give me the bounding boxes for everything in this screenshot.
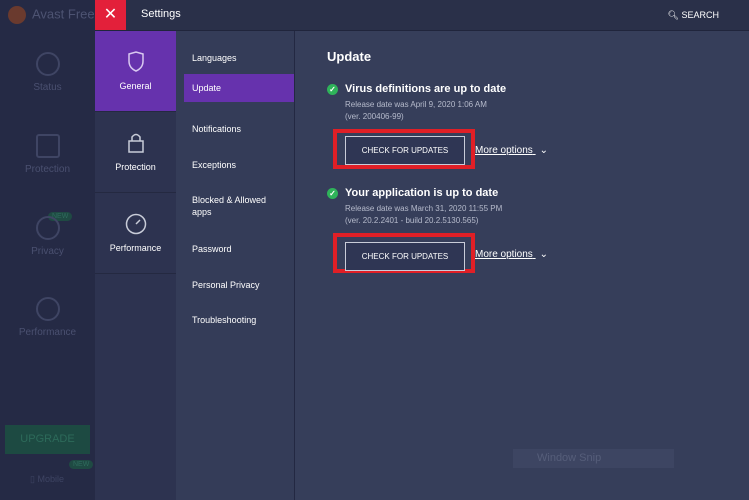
version: (ver. 20.2.2401 - build 20.2.5130.565): [345, 216, 479, 225]
category-protection[interactable]: Protection: [95, 112, 176, 193]
nav-privacy[interactable]: Privacy: [0, 216, 95, 257]
submenu-update[interactable]: Update: [184, 74, 294, 102]
nav-label: Status: [33, 82, 62, 93]
nav-label: Mobile: [37, 474, 64, 484]
search-button[interactable]: 🔍︎ SEARCH: [668, 10, 719, 21]
check-icon: ✓: [327, 83, 338, 95]
category-performance[interactable]: Performance: [95, 193, 176, 274]
avast-logo-icon: [8, 6, 26, 24]
status-heading: Virus definitions are up to date: [345, 83, 507, 95]
update-panel: Update ✓ Virus definitions are up to date…: [295, 31, 749, 500]
shield-icon: [127, 51, 144, 72]
settings-submenu: Languages Update Notifications Exception…: [176, 31, 294, 500]
status-heading: Your application is up to date: [345, 187, 499, 199]
app-title: Avast Free A: [8, 6, 106, 24]
nav-label: Performance: [18, 327, 77, 338]
background-app: Avast Free A Status Protection NEW Priva…: [0, 0, 106, 500]
submenu-blocked-allowed-apps[interactable]: Blocked & Allowed apps: [184, 188, 294, 224]
close-button[interactable]: ✕: [95, 0, 126, 30]
chevron-down-icon: ⌄: [539, 145, 548, 156]
speedometer-icon: [125, 213, 146, 235]
release-date: Release date was March 31, 2020 11:55 PM: [345, 204, 503, 213]
nav-performance[interactable]: Performance: [0, 297, 95, 338]
submenu-personal-privacy[interactable]: Personal Privacy: [184, 273, 294, 297]
category-general[interactable]: General: [95, 31, 176, 112]
settings-header: ✕ Settings 🔍︎ SEARCH: [95, 0, 749, 31]
submenu-password[interactable]: Password: [184, 237, 294, 261]
check-for-updates-button[interactable]: CHECK FOR UPDATES: [345, 136, 465, 165]
more-options-link[interactable]: More options ⌄: [475, 249, 548, 260]
category-label: Performance: [109, 243, 162, 253]
application-status: ✓ Your application is up to date Release …: [327, 187, 502, 227]
category-label: Protection: [115, 162, 156, 172]
check-circle-icon: [35, 52, 60, 76]
nav-mobile[interactable]: ▯ Mobile: [30, 474, 64, 485]
version: (ver. 200406-99): [345, 112, 404, 121]
speedometer-icon: [35, 297, 60, 321]
upgrade-button[interactable]: UPGRADE: [5, 425, 90, 454]
page-title: Settings: [141, 8, 181, 20]
more-options-link[interactable]: More options ⌄: [475, 145, 548, 156]
category-label: General: [119, 81, 152, 91]
new-badge: NEW: [69, 460, 94, 469]
window-snip-overlay: Window Snip: [513, 449, 674, 468]
fingerprint-icon: [35, 216, 60, 240]
search-label: SEARCH: [681, 10, 719, 20]
chevron-down-icon: ⌄: [539, 249, 548, 260]
release-date: Release date was April 9, 2020 1:06 AM: [345, 100, 487, 109]
check-for-updates-button[interactable]: CHECK FOR UPDATES: [345, 242, 465, 271]
settings-categories: General Protection Performance: [95, 31, 176, 500]
submenu-exceptions[interactable]: Exceptions: [184, 153, 294, 177]
submenu-notifications[interactable]: Notifications: [184, 117, 294, 141]
check-icon: ✓: [327, 187, 338, 199]
nav-status[interactable]: Status: [0, 52, 95, 93]
submenu-languages[interactable]: Languages: [184, 46, 294, 70]
nav-protection[interactable]: Protection: [0, 134, 95, 175]
nav-label: Privacy: [31, 246, 64, 257]
lock-icon: [127, 133, 144, 153]
nav-label: Protection: [24, 164, 71, 175]
lock-icon: [35, 134, 60, 158]
more-options-label: More options: [475, 145, 533, 156]
section-title: Update: [327, 49, 372, 64]
more-options-label: More options: [475, 249, 533, 260]
search-icon: 🔍︎: [667, 10, 679, 20]
submenu-troubleshooting[interactable]: Troubleshooting: [184, 308, 294, 332]
virus-definitions-status: ✓ Virus definitions are up to date Releas…: [327, 83, 506, 123]
